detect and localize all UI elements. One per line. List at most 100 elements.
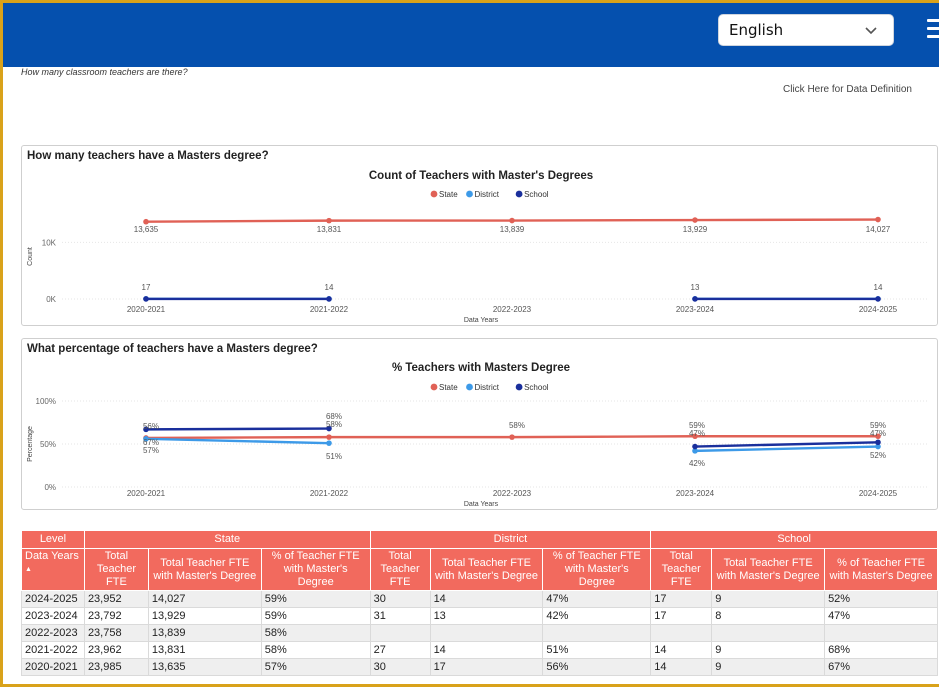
state-data-label: 13,929 (683, 225, 708, 234)
legend-marker-school (515, 190, 523, 198)
state-data-label: 13,635 (134, 225, 159, 234)
district-series-line (694, 445, 879, 453)
table-cell: 17 (650, 590, 713, 608)
data-definition-link[interactable]: Click Here for Data Definition (783, 84, 912, 95)
x-tick-label: 2023-2024 (676, 305, 715, 314)
school-masters-fte-header[interactable]: Total Teacher FTE with Master's Degree (711, 548, 826, 591)
page-question: How many classroom teachers are there? (21, 67, 188, 77)
x-tick-label: 2022-2023 (493, 489, 532, 498)
state-data-point (692, 217, 698, 223)
legend-marker-state (430, 190, 438, 198)
school-total-fte-header[interactable]: Total Teacher FTE (650, 548, 713, 591)
state-data-point (326, 217, 332, 224)
school-data-label: 56% (143, 422, 159, 431)
sort-ascending-icon: ▲ (25, 566, 32, 573)
x-tick-label: 2024-2025 (859, 305, 898, 314)
masters-percent-chart: % Teachers with Masters Degree State Distr… (27, 362, 928, 508)
state-total-fte-header[interactable]: Total Teacher FTE (83, 548, 149, 591)
table-cell: 14 (650, 641, 713, 659)
top-nav-bar: English (3, 3, 939, 67)
legend-marker-state (430, 383, 438, 391)
table-cell: 14,027 (147, 590, 262, 608)
district-data-point (326, 440, 332, 446)
x-axis-label: Data Years (464, 317, 499, 324)
table-cell: 17 (650, 607, 713, 625)
legend-label-state: State (439, 190, 458, 199)
state-data-point (143, 218, 149, 225)
legend-label-district: District (475, 190, 500, 199)
table-row: 2022-2023 23,758 13,839 58% (21, 624, 938, 642)
y-axis-label: Count (27, 247, 34, 266)
school-masters-pct-header[interactable]: % of Teacher FTE with Master's Degree (824, 548, 938, 591)
state-group-header: State (83, 530, 371, 549)
school-data-point (875, 439, 881, 446)
language-select[interactable]: English (718, 14, 894, 46)
school-data-point (326, 296, 332, 302)
district-masters-fte-header[interactable]: Total Teacher FTE with Master's Degree (429, 548, 544, 591)
table-cell: 52% (824, 590, 938, 608)
school-data-point (875, 296, 881, 302)
data-years-header-label: Data Years (25, 550, 79, 562)
x-tick-label: 2020-2021 (127, 305, 166, 314)
district-total-fte-header[interactable]: Total Teacher FTE (369, 548, 431, 591)
y-axis-label: Percentage (27, 426, 34, 462)
table-cell: 2024-2025 (21, 590, 85, 608)
masters-data-table: Level State District School Data Years ▲… (21, 530, 938, 676)
table-cell: 2020-2021 (21, 658, 85, 676)
table-cell: 14 (650, 658, 713, 676)
legend-label-school: School (524, 190, 549, 199)
table-cell: 2022-2023 (21, 624, 85, 642)
chevron-down-icon (865, 27, 877, 35)
school-data-point (143, 296, 149, 302)
table-cell: 2021-2022 (21, 641, 85, 659)
state-data-point (509, 434, 515, 440)
state-masters-pct-header[interactable]: % of Teacher FTE with Master's Degree (260, 548, 371, 591)
school-data-label: 14 (874, 283, 883, 292)
x-tick-label: 2021-2022 (310, 305, 349, 314)
table-cell: 2023-2024 (21, 607, 85, 625)
table-cell: 9 (711, 590, 826, 608)
table-cell: 56% (542, 658, 652, 676)
level-header: Level (21, 530, 85, 549)
table-cell (711, 624, 826, 642)
legend-marker-school (515, 383, 523, 391)
table-cell: 31 (369, 607, 431, 625)
x-tick-label: 2023-2024 (676, 489, 715, 498)
table-cell: 47% (824, 607, 938, 625)
x-axis-label: Data Years (464, 501, 499, 508)
state-data-point (509, 217, 515, 224)
table-cell: 57% (260, 658, 371, 676)
district-masters-pct-header[interactable]: % of Teacher FTE with Master's Degree (542, 548, 652, 591)
table-cell: 23,952 (83, 590, 149, 608)
table-cell: 47% (542, 590, 652, 608)
state-data-label: 57% (143, 446, 159, 455)
legend-marker-district (466, 383, 473, 391)
school-data-label: 17 (142, 283, 151, 292)
school-data-point (692, 296, 698, 302)
table-cell: 42% (542, 607, 652, 625)
legend-label-district: District (475, 383, 500, 392)
table-cell: 23,758 (83, 624, 149, 642)
menu-icon[interactable] (927, 19, 939, 41)
chart-legend: State District School (430, 190, 549, 199)
legend-label-state: State (439, 383, 458, 392)
district-data-label: 47% (870, 429, 886, 438)
data-years-header[interactable]: Data Years ▲ (21, 548, 85, 591)
table-cell: 68% (824, 641, 938, 659)
state-data-label: 13,839 (500, 225, 525, 234)
state-data-point (875, 216, 881, 223)
x-tick-label: 2021-2022 (310, 489, 349, 498)
district-group-header: District (369, 530, 652, 549)
table-row: 2020-2021 23,985 13,635 57% 30 17 56% 14 9 67% (21, 658, 938, 676)
school-data-label: 14 (325, 283, 334, 292)
page-frame: English How many classroom teachers are … (0, 0, 939, 687)
table-row: 2024-2025 23,952 14,027 59% 30 14 47% 17 9 52% (21, 590, 938, 608)
table-cell: 13,635 (147, 658, 262, 676)
table-cell: 14 (429, 641, 544, 659)
chart-legend: State District School (430, 383, 549, 392)
table-cell (429, 624, 544, 642)
state-masters-fte-header[interactable]: Total Teacher FTE with Master's Degree (147, 548, 262, 591)
legend-marker-district (466, 190, 473, 198)
table-cell: 51% (542, 641, 652, 659)
x-tick-label: 2024-2025 (859, 489, 898, 498)
